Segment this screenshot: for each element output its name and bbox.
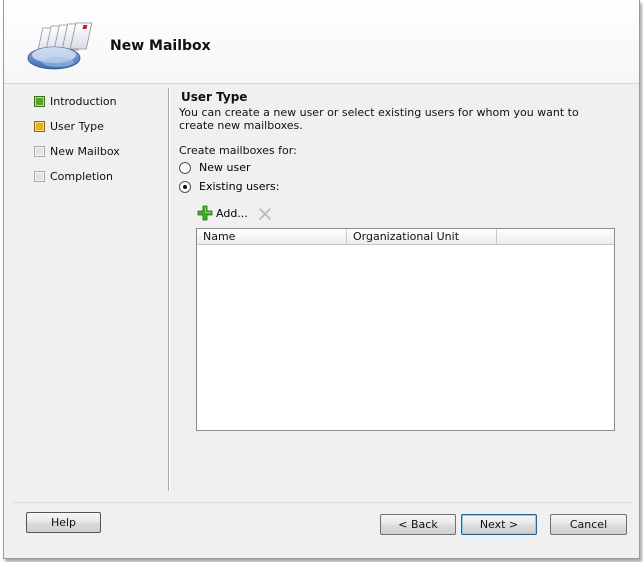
step-pending-icon [34,171,45,182]
wizard-step-list: Introduction User Type New Mailbox Compl… [32,95,162,195]
step-done-icon [34,96,45,107]
new-user-radio-option[interactable]: New user [179,161,269,177]
column-header-name[interactable]: Name [197,229,347,244]
section-title: User Type [181,90,248,104]
create-mailboxes-label: Create mailboxes for: [179,144,297,157]
column-header-empty[interactable] [497,229,614,244]
wizard-title: New Mailbox [110,38,211,54]
back-button[interactable]: < Back [380,514,456,535]
wizard-header: New Mailbox [4,0,639,84]
next-button[interactable]: Next > [461,514,537,535]
step-label: Introduction [50,95,117,108]
new-user-radio[interactable] [179,162,191,174]
mailbox-wizard-icon [27,22,92,70]
new-mailbox-wizard-dialog: New Mailbox Introduction User Type New M… [3,0,640,559]
existing-users-radio-option[interactable]: Existing users: [179,180,289,196]
help-button[interactable]: Help [26,512,101,533]
column-header-organizational-unit[interactable]: Organizational Unit [347,229,497,244]
users-list-view[interactable]: Name Organizational Unit [196,228,615,431]
step-label: User Type [50,120,104,133]
existing-users-radio[interactable] [179,181,191,193]
user-list-toolbar: Add... [197,204,297,224]
radio-label: Existing users: [199,180,280,193]
vertical-divider [168,88,170,491]
footer-divider [12,502,632,503]
step-label: Completion [50,170,114,183]
radio-label: New user [199,161,251,174]
section-description: You can create a new user or select exis… [179,106,579,132]
add-label: Add... [216,207,248,220]
step-completion: Completion [32,170,162,195]
step-pending-icon [34,146,45,157]
add-button[interactable]: Add... [197,204,251,222]
step-introduction: Introduction [32,95,162,120]
plus-icon [197,205,213,221]
step-new-mailbox: New Mailbox [32,145,162,170]
step-label: New Mailbox [50,145,120,158]
cancel-button[interactable]: Cancel [550,514,627,535]
list-header: Name Organizational Unit [197,229,614,245]
step-user-type: User Type [32,120,162,145]
remove-x-icon[interactable] [258,207,272,221]
step-current-icon [34,121,45,132]
